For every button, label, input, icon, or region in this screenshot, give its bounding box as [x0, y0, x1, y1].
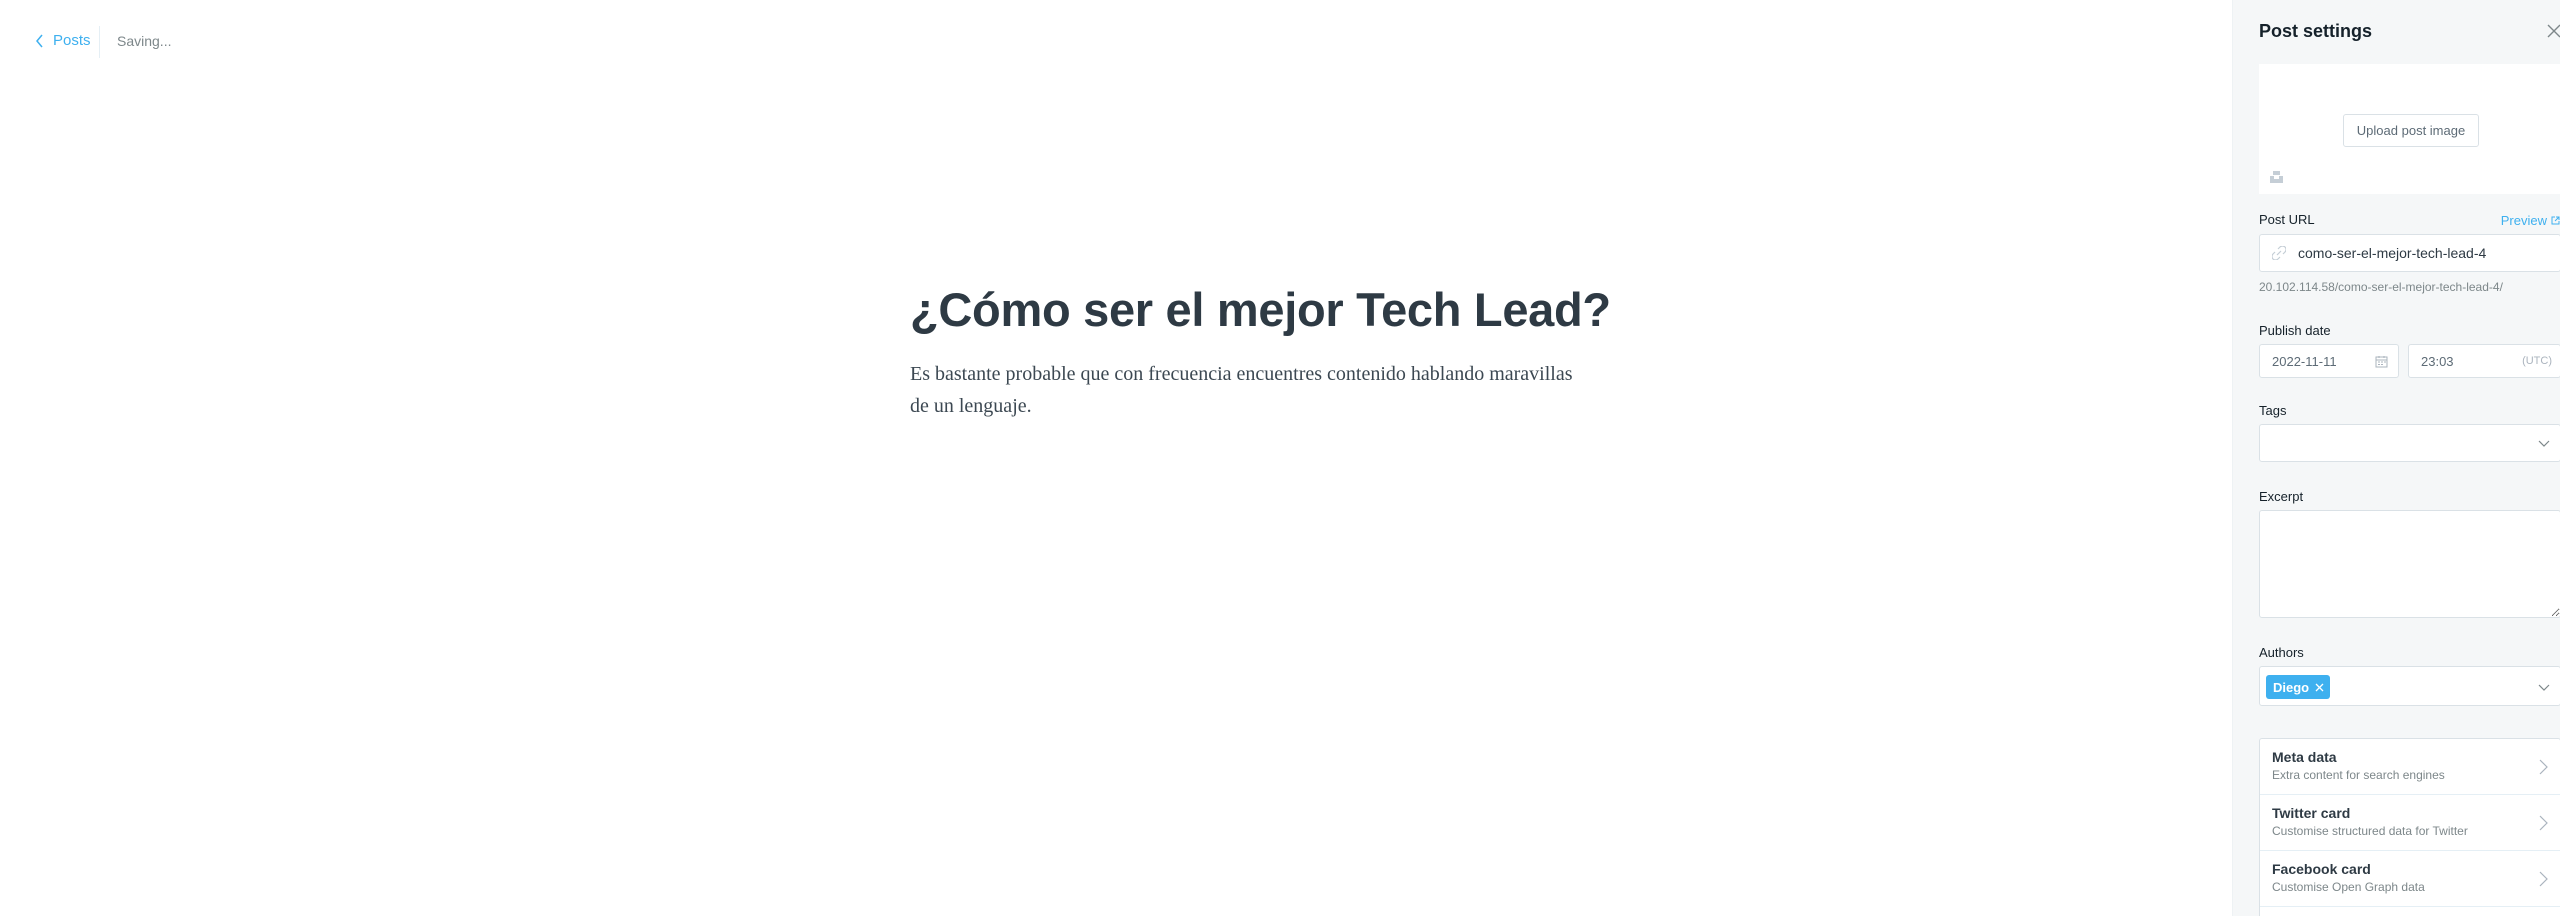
- settings-nav-list: Meta data Extra content for search engin…: [2259, 738, 2560, 916]
- post-url-value: como-ser-el-mejor-tech-lead-4: [2298, 245, 2487, 261]
- nav-item-title: Meta data: [2272, 749, 2337, 765]
- chevron-right-icon: [2539, 871, 2548, 887]
- meta-data-nav-item[interactable]: Meta data Extra content for search engin…: [2260, 739, 2560, 795]
- authors-label: Authors: [2259, 645, 2304, 660]
- publish-time-input[interactable]: 23:03 (UTC): [2408, 344, 2560, 378]
- tags-select[interactable]: [2259, 424, 2560, 462]
- post-title[interactable]: ¿Cómo ser el mejor Tech Lead?: [910, 280, 1630, 340]
- settings-title: Post settings: [2259, 21, 2373, 41]
- post-url-label: Post URL: [2259, 212, 2315, 227]
- unsplash-icon[interactable]: [2269, 169, 2284, 184]
- nav-item-subtitle: Customise structured data for Twitter: [2272, 824, 2468, 838]
- close-icon[interactable]: [2546, 22, 2560, 40]
- post-body[interactable]: Es bastante probable que con frecuencia …: [910, 358, 1590, 422]
- post-url-input[interactable]: como-ser-el-mejor-tech-lead-4: [2259, 234, 2560, 272]
- link-icon: [2272, 246, 2286, 260]
- author-token[interactable]: Diego: [2266, 675, 2331, 699]
- external-link-icon: [2551, 216, 2560, 225]
- chevron-left-icon: [36, 34, 43, 47]
- header-divider: [99, 26, 100, 58]
- chevron-right-icon: [2539, 759, 2548, 775]
- facebook-card-nav-item[interactable]: Facebook card Customise Open Graph data: [2260, 851, 2560, 907]
- nav-item-subtitle: Extra content for search engines: [2272, 768, 2445, 782]
- post-settings-panel: Post settings Upload post image Post URL…: [2232, 0, 2560, 916]
- chevron-down-icon: [2538, 684, 2550, 691]
- authors-select[interactable]: Diego: [2259, 666, 2560, 706]
- publish-date-label: Publish date: [2259, 323, 2331, 338]
- nav-item-subtitle: Customise Open Graph data: [2272, 880, 2425, 894]
- excerpt-label: Excerpt: [2259, 489, 2304, 504]
- upload-post-image-button[interactable]: Upload post image: [2343, 114, 2479, 147]
- chevron-down-icon: [2538, 440, 2550, 447]
- back-to-posts-link[interactable]: Posts: [34, 32, 91, 49]
- excerpt-textarea[interactable]: [2259, 510, 2560, 618]
- nav-item-title: Facebook card: [2272, 861, 2371, 877]
- more-settings-nav-item[interactable]: [2260, 907, 2560, 916]
- remove-author-icon[interactable]: [2315, 683, 2324, 692]
- post-full-url: 20.102.114.58/como-ser-el-mejor-tech-lea…: [2259, 280, 2503, 294]
- back-link-label: Posts: [53, 32, 91, 49]
- publish-date-input[interactable]: 2022-11-11: [2259, 344, 2399, 378]
- author-name: Diego: [2273, 679, 2310, 695]
- calendar-icon: [2375, 355, 2388, 367]
- twitter-card-nav-item[interactable]: Twitter card Customise structured data f…: [2260, 795, 2560, 851]
- save-status: Saving...: [117, 33, 172, 49]
- publish-date-value: 2022-11-11: [2272, 353, 2337, 369]
- nav-item-title: Twitter card: [2272, 805, 2351, 821]
- tags-label: Tags: [2259, 403, 2287, 418]
- post-image-uploader: Upload post image: [2259, 64, 2560, 194]
- chevron-right-icon: [2539, 815, 2548, 831]
- editor-body: ¿Cómo ser el mejor Tech Lead? Es bastant…: [910, 280, 1630, 422]
- timezone-label: (UTC): [2522, 355, 2552, 367]
- preview-link-label: Preview: [2500, 213, 2547, 228]
- preview-link[interactable]: Preview: [2501, 213, 2560, 228]
- publish-time-value: 23:03: [2421, 353, 2454, 369]
- editor-header: Posts Saving...: [0, 0, 2232, 84]
